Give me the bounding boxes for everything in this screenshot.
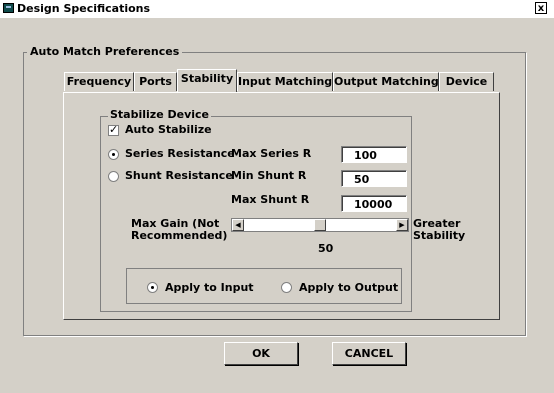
stabilize-device-legend: Stabilize Device — [108, 108, 211, 121]
max-shunt-r-field[interactable]: 10000 — [341, 195, 407, 212]
auto-stabilize-checkbox[interactable] — [108, 123, 119, 136]
tab-device[interactable]: Device — [439, 72, 494, 91]
tab-stability[interactable]: Stability — [177, 69, 237, 92]
gain-stability-slider[interactable]: ◀ ▶ — [231, 218, 409, 232]
min-shunt-r-field[interactable]: 50 — [341, 170, 407, 187]
window-title: Design Specifications — [17, 2, 151, 15]
design-specifications-dialog: Design Specifications x Auto Match Prefe… — [0, 0, 554, 393]
apply-to-output-radio[interactable] — [281, 282, 292, 293]
tab-frequency[interactable]: Frequency — [64, 72, 134, 91]
max-series-r-field[interactable]: 100 — [341, 146, 407, 163]
shunt-resistance-radio[interactable] — [108, 171, 119, 182]
shunt-resistance-label: Shunt Resistance — [125, 169, 233, 182]
max-series-r-label: Max Series R — [231, 147, 312, 160]
arrow-right-icon[interactable]: ▶ — [396, 219, 408, 231]
max-gain-label-line2: Recommended) — [131, 229, 228, 242]
arrow-left-icon[interactable]: ◀ — [232, 219, 244, 231]
tab-input-matching[interactable]: Input Matching — [237, 72, 333, 91]
apply-to-input-label: Apply to Input — [165, 281, 254, 294]
title-bar: Design Specifications x — [0, 0, 554, 18]
tab-ports[interactable]: Ports — [134, 72, 177, 91]
slider-value: 50 — [318, 242, 334, 255]
series-resistance-radio[interactable] — [108, 149, 119, 160]
max-shunt-r-label: Max Shunt R — [231, 193, 310, 206]
apply-to-output-label: Apply to Output — [299, 281, 399, 294]
series-resistance-label: Series Resistance — [125, 147, 235, 160]
auto-match-preferences-legend: Auto Match Preferences — [27, 45, 183, 58]
apply-to-input-radio[interactable] — [147, 282, 158, 293]
auto-stabilize-label: Auto Stabilize — [125, 123, 212, 136]
tab-output-matching[interactable]: Output Matching — [333, 72, 439, 91]
slider-thumb[interactable] — [314, 219, 326, 231]
greater-stability-label-line2: Stability — [413, 229, 466, 242]
min-shunt-r-label: Min Shunt R — [231, 169, 307, 182]
ok-button[interactable]: OK — [224, 342, 298, 365]
app-window-icon — [3, 3, 14, 13]
close-icon[interactable]: x — [535, 2, 547, 14]
cancel-button[interactable]: CANCEL — [332, 342, 406, 365]
